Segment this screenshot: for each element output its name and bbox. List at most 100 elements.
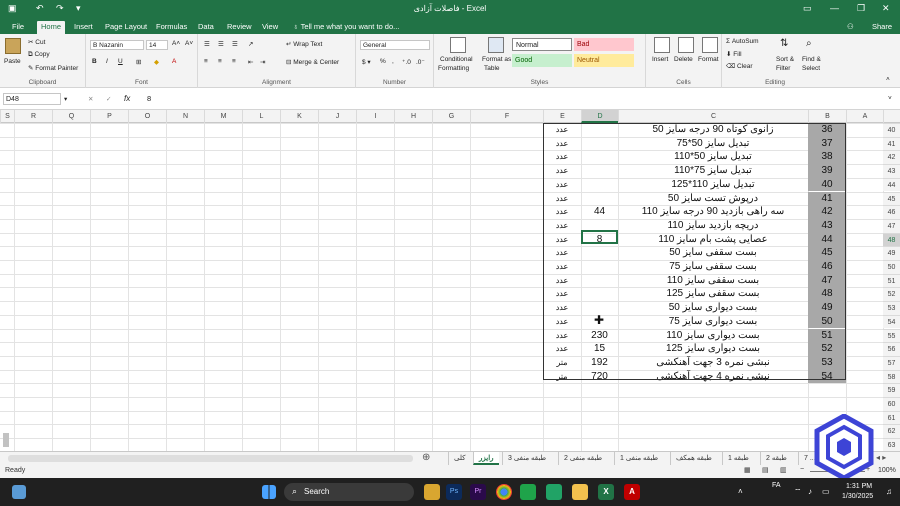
premiere-icon[interactable]: Pr: [470, 484, 486, 500]
expand-formula-icon[interactable]: ˅: [888, 95, 892, 102]
vertical-scrollbar[interactable]: [3, 433, 9, 447]
row-header[interactable]: 47: [883, 218, 900, 233]
battery-icon[interactable]: ▭: [822, 487, 830, 496]
font-color-icon[interactable]: A: [172, 58, 176, 65]
delete-cells-icon[interactable]: [678, 37, 694, 53]
row-header[interactable]: 54: [883, 314, 900, 329]
share-button[interactable]: Share: [868, 21, 896, 34]
bold-icon[interactable]: B: [92, 58, 97, 65]
format-as-table-button[interactable]: Format as: [482, 56, 511, 63]
clock-date[interactable]: 1/30/2025: [842, 493, 873, 500]
share-icon[interactable]: ⚇: [843, 21, 863, 34]
top-align-icon[interactable]: ☰: [204, 40, 210, 48]
sheet-tab-minus2[interactable]: طبقه منفی 2: [558, 452, 607, 465]
row-header[interactable]: 60: [883, 397, 900, 411]
column-header-l[interactable]: L: [242, 110, 280, 123]
tray-chevron-icon[interactable]: ˄: [738, 487, 743, 496]
insert-cells-button[interactable]: Insert: [652, 56, 668, 63]
column-header-o[interactable]: O: [128, 110, 166, 123]
row-header[interactable]: 48: [883, 232, 900, 247]
normal-view-icon[interactable]: ▦: [744, 466, 751, 474]
increase-decimal-icon[interactable]: ⁺.0: [402, 58, 411, 66]
sheet-tab-2[interactable]: طبقه 2: [760, 452, 792, 465]
format-as-table-button-2[interactable]: Table: [484, 65, 500, 72]
row-header[interactable]: 55: [883, 328, 900, 343]
worksheet-grid[interactable]: 40 41 42 43 44 45 46 47 48 49 50 51 52 53 54 55 56 57 58 59…: [0, 123, 900, 451]
decrease-decimal-icon[interactable]: .0⁻: [416, 58, 425, 66]
style-neutral[interactable]: Neutral: [574, 54, 634, 67]
clear-button[interactable]: ⌫ Clear: [726, 62, 753, 70]
row-header[interactable]: 51: [883, 273, 900, 288]
column-header-e[interactable]: E: [543, 110, 581, 123]
row-header[interactable]: 49: [883, 246, 900, 260]
sheet-tab-riser[interactable]: رایزر: [473, 452, 499, 465]
horizontal-scrollbar[interactable]: [8, 455, 413, 462]
name-box[interactable]: D48: [3, 93, 61, 105]
start-icon[interactable]: [262, 485, 276, 499]
close-icon[interactable]: ✕: [882, 3, 890, 14]
font-name-select[interactable]: B Nazanin: [90, 40, 144, 50]
conditional-formatting-button[interactable]: Conditional: [440, 56, 473, 63]
tab-insert[interactable]: Insert: [70, 21, 97, 34]
font-size-select[interactable]: 14: [146, 40, 168, 50]
paste-icon[interactable]: [5, 38, 21, 54]
cancel-icon[interactable]: ✕: [88, 95, 93, 103]
row-header[interactable]: 63: [883, 438, 900, 451]
align-left-icon[interactable]: ≡: [204, 58, 208, 65]
format-painter-button[interactable]: ✎ Format Painter: [28, 64, 78, 72]
row-header[interactable]: 45: [883, 191, 900, 206]
select-all-corner[interactable]: [883, 110, 900, 123]
scroll-tabs-icon[interactable]: ◂ ▸: [876, 453, 886, 462]
row-header[interactable]: 56: [883, 342, 900, 356]
style-normal[interactable]: Normal: [512, 38, 572, 51]
paste-button[interactable]: Paste: [4, 58, 21, 65]
column-header-g[interactable]: G: [432, 110, 470, 123]
column-header-m[interactable]: M: [204, 110, 242, 123]
column-header-n[interactable]: N: [166, 110, 204, 123]
tab-home[interactable]: Home: [37, 21, 66, 34]
page-break-view-icon[interactable]: ▥: [780, 466, 787, 474]
collapse-ribbon-icon[interactable]: ˄: [886, 76, 890, 83]
insert-cells-icon[interactable]: [654, 37, 670, 53]
formula-input[interactable]: 8: [147, 94, 151, 103]
row-header[interactable]: 44: [883, 177, 900, 192]
tab-review[interactable]: Review: [223, 21, 256, 34]
tab-data[interactable]: Data: [194, 21, 218, 34]
enter-icon[interactable]: ✓: [106, 95, 111, 103]
find-select-button-2[interactable]: Select: [802, 65, 820, 72]
row-header[interactable]: 53: [883, 301, 900, 315]
language-indicator[interactable]: FA: [772, 482, 781, 489]
currency-icon[interactable]: $ ▾: [362, 58, 371, 66]
format-cells-button[interactable]: Format: [698, 56, 719, 63]
tab-file[interactable]: File: [8, 21, 28, 34]
zoom-level[interactable]: 100%: [878, 467, 896, 474]
autosum-button[interactable]: Σ AutoSum: [726, 38, 759, 45]
widgets-icon[interactable]: [12, 485, 26, 499]
column-header-c[interactable]: C: [618, 110, 808, 123]
insert-function-button[interactable]: fx: [124, 94, 130, 103]
restore-icon[interactable]: ❐: [857, 3, 865, 14]
page-layout-view-icon[interactable]: ▤: [762, 466, 769, 474]
find-select-icon[interactable]: ⌕: [806, 38, 812, 49]
middle-align-icon[interactable]: ☰: [218, 40, 224, 48]
conditional-formatting-button-2[interactable]: Formatting: [438, 65, 469, 72]
column-header-a[interactable]: A: [846, 110, 883, 123]
camtasia-icon[interactable]: [520, 484, 536, 500]
italic-icon[interactable]: I: [106, 58, 108, 65]
bottom-align-icon[interactable]: ☰: [232, 40, 238, 48]
style-bad[interactable]: Bad: [574, 38, 634, 51]
tab-page-layout[interactable]: Page Layout: [101, 21, 151, 34]
comma-icon[interactable]: ,: [392, 58, 394, 65]
row-header[interactable]: 52: [883, 287, 900, 302]
copy-button[interactable]: ⧉ Copy: [28, 51, 50, 59]
sort-filter-button[interactable]: Sort &: [776, 56, 794, 63]
underline-icon[interactable]: U: [118, 58, 123, 65]
ribbon-display-icon[interactable]: ▭: [803, 3, 812, 14]
sheet-tab-1[interactable]: طبقه 1: [722, 452, 754, 465]
column-header-f[interactable]: F: [470, 110, 543, 123]
network-icon[interactable]: ⌔: [794, 487, 802, 497]
style-good[interactable]: Good: [512, 54, 572, 67]
tab-view[interactable]: View: [258, 21, 282, 34]
row-header[interactable]: 40: [883, 123, 900, 137]
clock-time[interactable]: 1:31 PM: [846, 483, 872, 490]
